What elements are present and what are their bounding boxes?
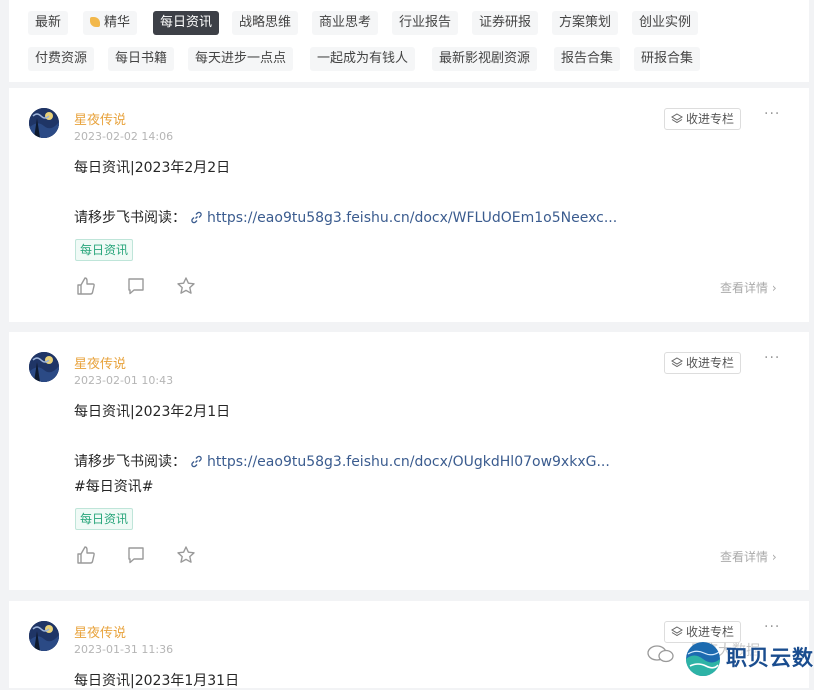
chevron-right-icon: ›: [771, 550, 777, 564]
chevron-right-icon: ›: [771, 281, 777, 295]
filter-chip-books[interactable]: 每日书籍: [108, 47, 175, 71]
author-name[interactable]: 星夜传说: [74, 622, 126, 641]
post-title: 每日资讯|2023年1月31日: [74, 673, 240, 689]
star-icon[interactable]: [176, 545, 196, 565]
post-time: 2023-02-01 10:43: [74, 374, 174, 387]
filter-chip-business[interactable]: 商业思考: [312, 11, 379, 35]
wechat-icon: [647, 645, 674, 663]
filter-chip-report-set[interactable]: 报告合集: [554, 47, 621, 71]
more-options-icon[interactable]: ···: [764, 350, 780, 366]
feishu-link[interactable]: https://eao9tu58g3.feishu.cn/docx/OUgkdH…: [207, 454, 610, 470]
author-name[interactable]: 星夜传说: [74, 109, 126, 128]
post-card: 星夜传说 2023-02-01 10:43 收进专栏 ··· 每日资讯|2023…: [9, 332, 809, 590]
comment-icon[interactable]: [126, 545, 146, 565]
like-icon[interactable]: [76, 276, 96, 296]
read-line: 请移步飞书阅读： https://eao9tu58g3.feishu.cn/doc…: [74, 451, 610, 471]
like-icon[interactable]: [76, 545, 96, 565]
filter-chip-paid[interactable]: 付费资源: [28, 47, 95, 71]
avatar[interactable]: [29, 352, 59, 382]
link-icon: [191, 455, 202, 468]
filter-chip-startup[interactable]: 创业实例: [632, 11, 699, 35]
diamond-icon: [90, 17, 100, 27]
filter-chip-progress[interactable]: 每天进步一点点: [188, 47, 294, 71]
watermark: 星座大数据 职贝云数: [640, 628, 814, 688]
hashtag[interactable]: #每日资讯#: [74, 476, 153, 496]
filter-chip-securities[interactable]: 证券研报: [472, 11, 539, 35]
filter-chip-industry-report[interactable]: 行业报告: [392, 11, 459, 35]
avatar[interactable]: [29, 621, 59, 651]
comment-icon[interactable]: [126, 276, 146, 296]
read-prefix: 请移步飞书阅读：: [74, 454, 186, 470]
filter-bar: 最新 精华 每日资讯 战略思维 商业思考 行业报告 证券研报 方案策划 创业实例…: [9, 0, 809, 82]
view-details-link[interactable]: 查看详情 ›: [720, 548, 777, 565]
filter-chip-research-set[interactable]: 研报合集: [634, 47, 701, 71]
link-icon: [191, 211, 202, 224]
post-title: 每日资讯|2023年2月1日: [74, 404, 231, 420]
globe-logo-icon: [686, 642, 720, 676]
more-options-icon[interactable]: ···: [764, 106, 780, 122]
filter-chip-daily-news[interactable]: 每日资讯: [153, 11, 220, 35]
view-details-link[interactable]: 查看详情 ›: [720, 279, 777, 296]
avatar[interactable]: [29, 108, 59, 138]
post-tag[interactable]: 每日资讯: [75, 239, 134, 261]
filter-chip-featured[interactable]: 精华: [83, 11, 138, 35]
layers-icon: [671, 357, 683, 368]
post-title: 每日资讯|2023年2月2日: [74, 160, 231, 176]
filter-chip-rich[interactable]: 一起成为有钱人: [310, 47, 416, 71]
post-tag[interactable]: 每日资讯: [75, 508, 134, 530]
collect-to-column-button[interactable]: 收进专栏: [664, 352, 742, 374]
filter-chip-movies[interactable]: 最新影视剧资源: [432, 47, 538, 71]
watermark-text: 职贝云数: [726, 646, 814, 670]
star-icon[interactable]: [176, 276, 196, 296]
filter-chip-planning[interactable]: 方案策划: [552, 11, 619, 35]
author-name[interactable]: 星夜传说: [74, 353, 126, 372]
read-prefix: 请移步飞书阅读：: [74, 210, 186, 226]
filter-chip-strategy[interactable]: 战略思维: [232, 11, 299, 35]
post-time: 2023-02-02 14:06: [74, 130, 174, 143]
read-line: 请移步飞书阅读： https://eao9tu58g3.feishu.cn/doc…: [74, 207, 617, 227]
filter-chip-latest[interactable]: 最新: [28, 11, 69, 35]
collect-to-column-button[interactable]: 收进专栏: [664, 108, 742, 130]
post-card: 星夜传说 2023-02-02 14:06 收进专栏 ··· 每日资讯|2023…: [9, 88, 809, 322]
post-time: 2023-01-31 11:36: [74, 643, 174, 656]
layers-icon: [671, 113, 683, 124]
feishu-link[interactable]: https://eao9tu58g3.feishu.cn/docx/WFLUdO…: [207, 210, 617, 226]
